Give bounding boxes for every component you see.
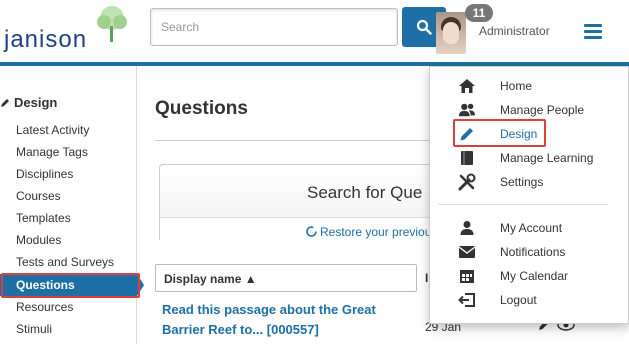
sidebar-item-resources[interactable]: Resources (16, 300, 73, 314)
menu-item-manage-learning[interactable]: Manage Learning (430, 146, 628, 170)
menu-item-label: Manage People (500, 103, 585, 117)
menu-item-my-calendar[interactable]: My Calendar (430, 264, 628, 288)
notification-badge[interactable]: 11 (465, 4, 493, 22)
menu-item-notifications[interactable]: Notifications (430, 240, 628, 264)
sidebar: Design Latest Activity Manage Tags Disci… (0, 66, 137, 344)
sidebar-item-courses[interactable]: Courses (16, 189, 61, 203)
menu-item-label: Manage Learning (500, 151, 594, 165)
envelope-icon (458, 243, 476, 261)
sidebar-item-modules[interactable]: Modules (16, 233, 61, 247)
question-title-link[interactable]: Read this passage about the Great Barrie… (162, 300, 412, 340)
menu-item-label: Notifications (500, 245, 566, 259)
sidebar-title: Design (0, 95, 57, 110)
menu-item-logout[interactable]: Logout (430, 288, 628, 312)
sidebar-item-manage-tags[interactable]: Manage Tags (16, 145, 88, 159)
avatar[interactable] (436, 12, 466, 54)
menu-separator (438, 204, 608, 205)
search-panel[interactable]: Search for Que Restore your previou (159, 164, 459, 243)
tools-icon (458, 173, 476, 191)
sidebar-item-templates[interactable]: Templates (16, 211, 71, 225)
menu-item-settings[interactable]: Settings (430, 170, 628, 194)
logout-icon (458, 291, 476, 309)
main-menu-dropdown: Home Manage People Design Manage Learnin… (429, 66, 629, 324)
sidebar-title-text: Design (14, 95, 58, 110)
tree-logo-icon (97, 6, 127, 42)
janison-logo[interactable]: janison (4, 4, 132, 58)
search-input[interactable] (150, 8, 398, 46)
restore-link-text: Restore your previou (320, 225, 432, 239)
people-icon (458, 101, 476, 119)
menu-item-label: Home (500, 79, 533, 93)
search-icon (416, 19, 432, 35)
highlight-questions (1, 273, 140, 298)
sidebar-item-tests-and-surveys[interactable]: Tests and Surveys (16, 255, 114, 269)
hamburger-menu-icon[interactable] (584, 24, 602, 40)
highlight-design (453, 119, 546, 147)
pencil-icon (1, 98, 9, 107)
search-panel-title: Search for Que (307, 183, 423, 202)
logo-text: janison (4, 26, 88, 53)
book-icon (458, 149, 476, 167)
sidebar-item-disciplines[interactable]: Disciplines (16, 167, 73, 181)
refresh-icon (306, 226, 317, 237)
column-header-second[interactable]: I (425, 264, 428, 292)
menu-item-label: Settings (500, 175, 544, 189)
username-label[interactable]: Administrator (479, 24, 550, 38)
menu-item-label: Logout (500, 293, 537, 307)
restore-link[interactable]: Restore your previou (306, 225, 431, 239)
column-header-display-name[interactable]: Display name ▲ (155, 264, 417, 292)
sidebar-item-stimuli[interactable]: Stimuli (16, 322, 52, 336)
app-header: janison 11 Administrator (0, 0, 629, 62)
user-icon (458, 219, 476, 237)
sidebar-item-latest-activity[interactable]: Latest Activity (16, 123, 89, 137)
page-title: Questions (155, 98, 248, 119)
home-icon (458, 77, 476, 95)
menu-item-home[interactable]: Home (430, 74, 628, 98)
menu-item-label: My Account (500, 221, 563, 235)
menu-item-my-account[interactable]: My Account (430, 216, 628, 240)
calendar-icon (458, 267, 476, 285)
menu-item-label: My Calendar (500, 269, 569, 283)
